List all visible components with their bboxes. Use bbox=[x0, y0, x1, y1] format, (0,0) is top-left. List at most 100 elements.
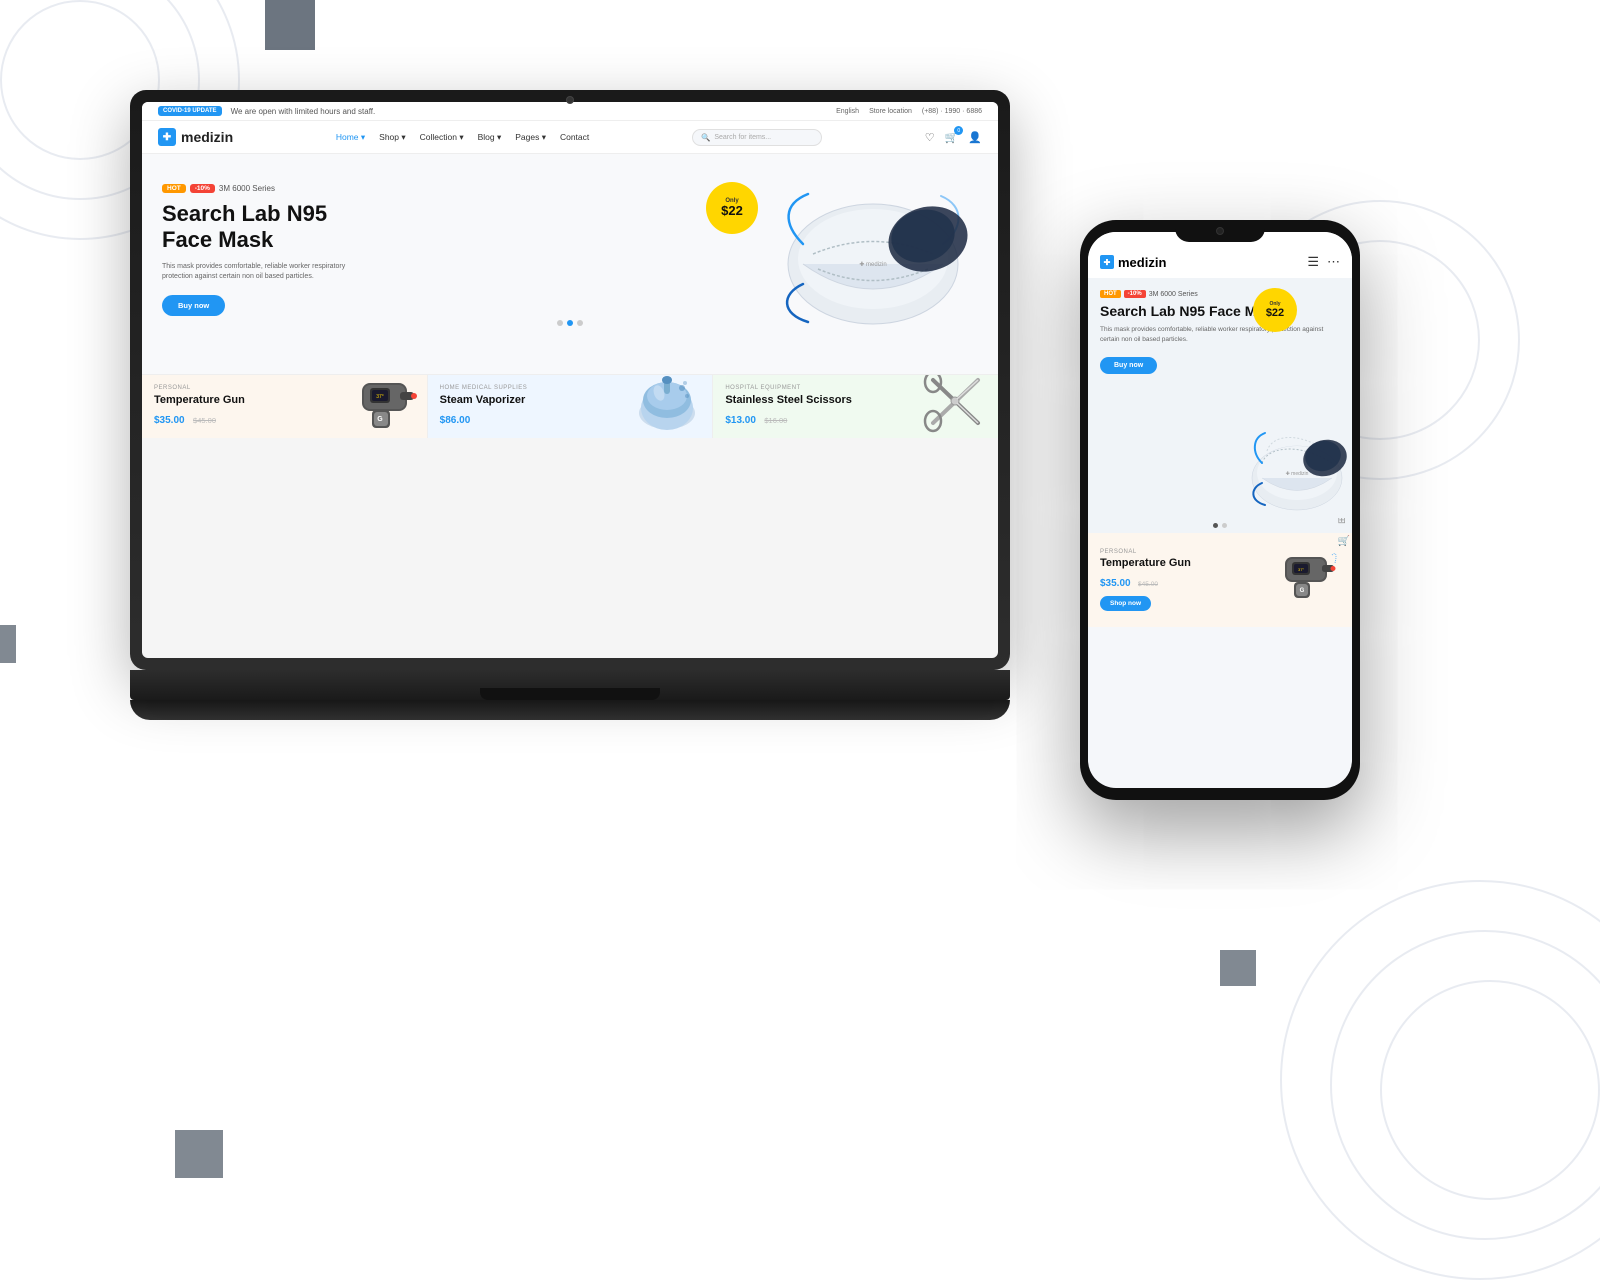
cart-badge: 0 bbox=[954, 126, 963, 135]
product-image-1: 37° G bbox=[342, 375, 422, 438]
announcement-text: We are open with limited hours and staff… bbox=[231, 107, 376, 116]
hero-badge-hot: HOT bbox=[162, 184, 186, 193]
phone-badge-hot: HOT bbox=[1100, 290, 1121, 298]
logo-text: medizin bbox=[181, 129, 233, 145]
phone-shop-button[interactable]: Shop now bbox=[1100, 596, 1151, 611]
laptop-stand bbox=[130, 700, 1010, 720]
product-old-price-3: $16.00 bbox=[764, 416, 787, 425]
phone-product-category: PERSONAL bbox=[1100, 549, 1191, 555]
svg-text:37°: 37° bbox=[1298, 567, 1304, 572]
store-location[interactable]: Store location bbox=[869, 108, 912, 115]
nav-item-home[interactable]: Home ▾ bbox=[336, 132, 365, 143]
covid-badge: COVID-19 UPDATE bbox=[158, 106, 222, 116]
svg-text:G: G bbox=[1300, 588, 1305, 594]
phone-number: (+88) · 1990 · 6886 bbox=[922, 108, 982, 115]
hero-dot-3[interactable] bbox=[577, 320, 583, 326]
phone-logo-text: medizin bbox=[1118, 255, 1166, 270]
svg-text:G: G bbox=[377, 416, 383, 423]
phone-notch bbox=[1175, 220, 1265, 242]
mask-svg: ✚ medizin bbox=[773, 174, 973, 334]
phone-product-info: PERSONAL Temperature Gun $35.00 $45.00 S… bbox=[1100, 549, 1191, 611]
cart-icon-wrap[interactable]: 🛒 0 bbox=[945, 130, 959, 144]
product-image-2 bbox=[627, 375, 707, 438]
hero-dot-2[interactable] bbox=[567, 320, 573, 326]
hero-dot-1[interactable] bbox=[557, 320, 563, 326]
hero-price: $22 bbox=[721, 204, 743, 218]
hero-badge-discount: -10% bbox=[190, 184, 215, 193]
phone-badge-discount: -10% bbox=[1124, 290, 1146, 298]
phone-sidebar-icon-4[interactable]: 🛒 bbox=[1338, 536, 1350, 547]
header-top-right: English Store location (+88) · 1990 · 68… bbox=[836, 108, 982, 115]
product-card-steam-vap[interactable]: HOME MEDICAL SUPPLIES Steam Vaporizer $8… bbox=[428, 375, 714, 438]
nav-item-shop[interactable]: Shop ▾ bbox=[379, 132, 405, 143]
hero-description: This mask provides comfortable, reliable… bbox=[162, 262, 362, 283]
phone-hero-section: HOT -10% 3M 6000 Series Search Lab N95 F… bbox=[1088, 278, 1352, 518]
phone-device: ✚ medizin ☰ ⋯ ↗ ⊕ ⊞ 🛒 HOT -10% bbox=[1080, 220, 1360, 800]
phone-product-price: $35.00 bbox=[1100, 578, 1131, 589]
hero-price-bubble: Only $22 bbox=[706, 182, 758, 234]
phone-hero-desc: This mask provides comfortable, reliable… bbox=[1100, 325, 1340, 345]
hero-buy-button[interactable]: Buy now bbox=[162, 295, 225, 316]
product-price-1: $35.00 bbox=[154, 415, 185, 426]
product-old-price-1: $45.00 bbox=[193, 416, 216, 425]
product-image-3 bbox=[913, 375, 993, 438]
language-selector[interactable]: English bbox=[836, 108, 859, 115]
nav-icons: ♡ 🛒 0 👤 bbox=[925, 130, 982, 144]
steam-vap-svg bbox=[627, 375, 707, 433]
phone-hero-title: Search Lab N95 Face Mask bbox=[1100, 303, 1340, 320]
circle-ring-5 bbox=[1330, 930, 1600, 1240]
search-icon: 🔍 bbox=[701, 133, 710, 142]
nav-item-contact[interactable]: Contact bbox=[560, 132, 589, 142]
phone-dot-2[interactable] bbox=[1222, 523, 1227, 528]
svg-text:✚ medizin: ✚ medizin bbox=[1286, 471, 1309, 477]
phone-hero-image: ✚ medizin bbox=[1247, 423, 1347, 513]
phone-product-image: 37° G bbox=[1270, 545, 1340, 615]
phone-hero-dots bbox=[1088, 518, 1352, 533]
scissors-svg bbox=[913, 375, 993, 433]
laptop-base bbox=[130, 670, 1010, 700]
laptop-body: COVID-19 UPDATE We are open with limited… bbox=[130, 90, 1010, 670]
site-navigation: ✚ medizin Home ▾ Shop ▾ Collection ▾ Blo… bbox=[142, 121, 998, 154]
wishlist-icon[interactable]: ♡ bbox=[925, 131, 935, 144]
logo-icon: ✚ bbox=[158, 128, 176, 146]
phone-price: $22 bbox=[1266, 307, 1284, 319]
phone-logo[interactable]: ✚ medizin bbox=[1100, 255, 1166, 270]
nav-menu: Home ▾ Shop ▾ Collection ▾ Blog ▾ Pages … bbox=[336, 132, 589, 143]
nav-item-blog[interactable]: Blog ▾ bbox=[478, 132, 502, 143]
circle-ring-4 bbox=[1280, 880, 1600, 1280]
phone-more-icon[interactable]: ⋯ bbox=[1327, 254, 1340, 270]
laptop-screen: COVID-19 UPDATE We are open with limited… bbox=[142, 102, 998, 658]
bg-square-2 bbox=[0, 625, 16, 663]
phone-product-card[interactable]: PERSONAL Temperature Gun $35.00 $45.00 S… bbox=[1088, 533, 1352, 627]
phone-body: ✚ medizin ☰ ⋯ ↗ ⊕ ⊞ 🛒 HOT -10% bbox=[1080, 220, 1360, 800]
site-logo[interactable]: ✚ medizin bbox=[158, 128, 233, 146]
phone-temp-gun-svg: 37° G bbox=[1270, 545, 1340, 615]
search-placeholder: Search for items... bbox=[714, 134, 771, 141]
phone-series: 3M 6000 Series bbox=[1149, 291, 1198, 298]
nav-search[interactable]: 🔍 Search for items... bbox=[692, 129, 822, 146]
user-icon[interactable]: 👤 bbox=[968, 131, 982, 144]
phone-dot-1[interactable] bbox=[1213, 523, 1218, 528]
nav-item-collection[interactable]: Collection ▾ bbox=[420, 132, 464, 143]
phone-nav-icons: ☰ ⋯ bbox=[1307, 254, 1340, 270]
bg-square-4 bbox=[1220, 950, 1256, 986]
temp-gun-svg: 37° G bbox=[342, 375, 422, 433]
phone-hero-badges: HOT -10% 3M 6000 Series bbox=[1100, 290, 1340, 298]
hero-product-image: ✚ medizin bbox=[758, 154, 988, 354]
laptop-device: COVID-19 UPDATE We are open with limited… bbox=[130, 90, 1010, 750]
product-price-3: $13.00 bbox=[725, 415, 756, 426]
product-card-temp-gun[interactable]: PERSONAL Temperature Gun $35.00 $45.00 3… bbox=[142, 375, 428, 438]
products-row: PERSONAL Temperature Gun $35.00 $45.00 3… bbox=[142, 374, 998, 438]
svg-text:✚ medizin: ✚ medizin bbox=[859, 261, 886, 268]
circle-ring-6 bbox=[1380, 980, 1600, 1200]
product-price-2: $86.00 bbox=[440, 415, 471, 426]
phone-hero-buy-button[interactable]: Buy now bbox=[1100, 357, 1157, 374]
phone-product-name: Temperature Gun bbox=[1100, 557, 1191, 569]
product-card-scissors[interactable]: HOSPITAL EQUIPMENT Stainless Steel Sciss… bbox=[713, 375, 998, 438]
laptop-camera bbox=[566, 96, 574, 104]
hero-section: HOT -10% 3M 6000 Series Search Lab N95 F… bbox=[142, 154, 998, 374]
phone-mask-svg: ✚ medizin bbox=[1247, 423, 1347, 513]
nav-item-pages[interactable]: Pages ▾ bbox=[515, 132, 546, 143]
phone-menu-icon[interactable]: ☰ bbox=[1307, 254, 1319, 270]
bg-square-3 bbox=[175, 1130, 223, 1178]
